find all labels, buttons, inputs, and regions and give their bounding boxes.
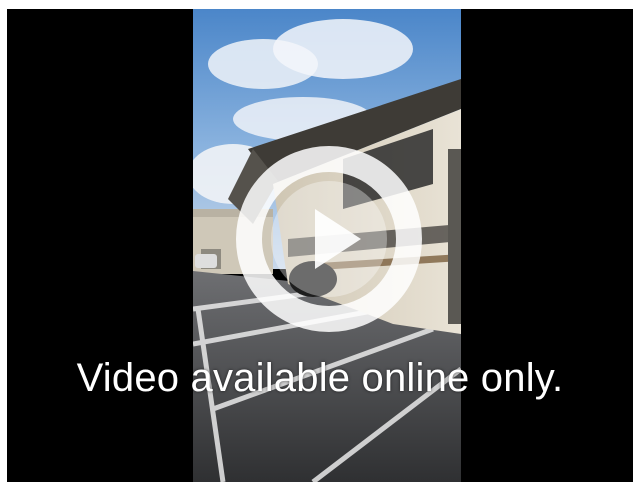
play-button[interactable]	[229, 139, 429, 339]
video-player[interactable]: Video available online only.	[7, 9, 633, 482]
video-unavailable-message: Video available online only.	[76, 356, 564, 400]
